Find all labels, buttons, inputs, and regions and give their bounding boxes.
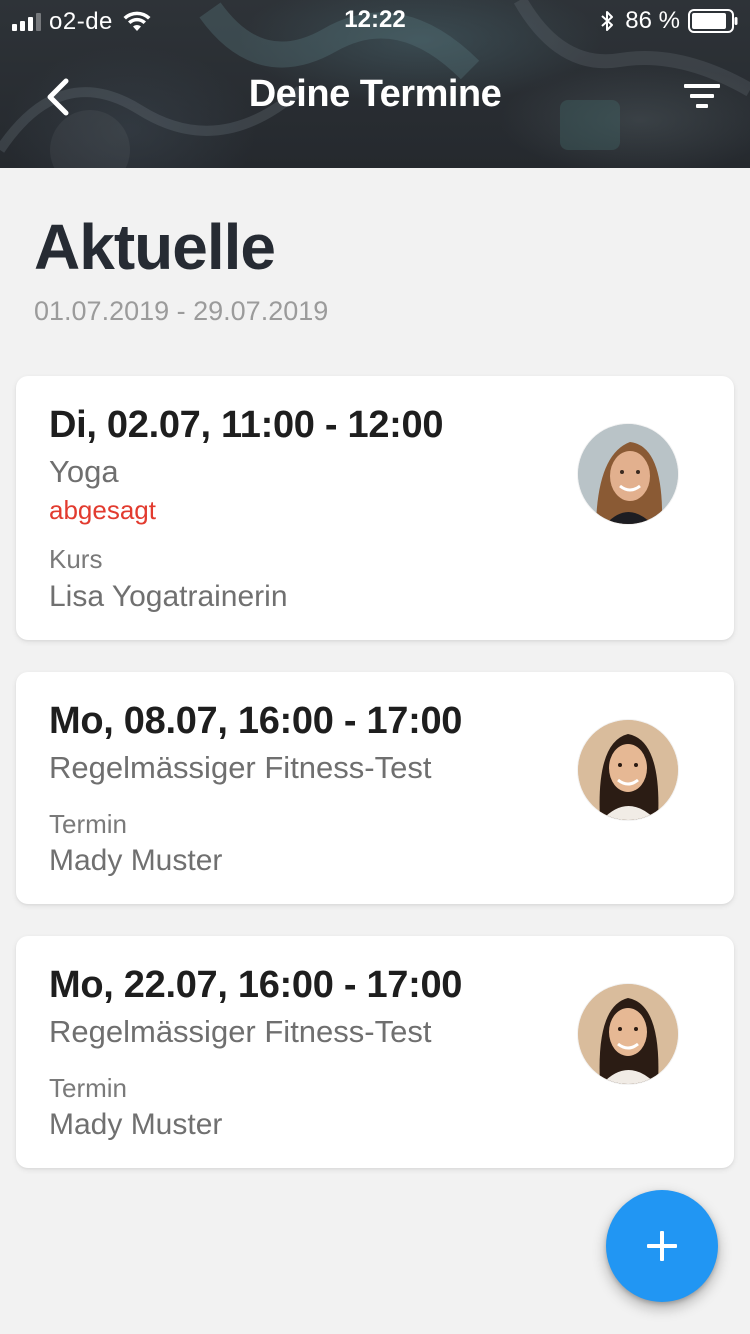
header: o2-de 12:22 86 % Deine Termine bbox=[0, 0, 750, 168]
appointment-type: Termin bbox=[49, 1073, 128, 1103]
status-bar: o2-de 12:22 86 % bbox=[0, 0, 750, 40]
appointments-screen: o2-de 12:22 86 % Deine Termine Aktuelle … bbox=[0, 0, 750, 1334]
trainer-name: Mady Muster bbox=[49, 844, 223, 877]
battery-icon bbox=[688, 9, 738, 33]
filter-button[interactable] bbox=[680, 76, 724, 116]
trainer-avatar bbox=[578, 720, 678, 820]
appointment-type: Kurs bbox=[49, 544, 103, 574]
trainer-avatar bbox=[578, 984, 678, 1084]
filter-icon bbox=[684, 84, 720, 108]
trainer-name: Mady Muster bbox=[49, 1108, 223, 1141]
appointment-datetime: Mo, 08.07, 16:00 - 17:00 bbox=[49, 700, 463, 742]
page-title: Deine Termine bbox=[248, 73, 502, 115]
status-cancelled-label: abgesagt bbox=[49, 495, 156, 525]
add-appointment-button[interactable] bbox=[606, 1190, 718, 1302]
appointment-service: Regelmässiger Fitness-Test bbox=[49, 1014, 432, 1049]
date-range: 01.07.2019 - 29.07.2019 bbox=[34, 296, 329, 326]
battery-percent: 86 % bbox=[625, 7, 680, 34]
trainer-avatar bbox=[578, 424, 678, 524]
plus-icon bbox=[647, 1231, 677, 1261]
trainer-name: Lisa Yogatrainerin bbox=[49, 580, 288, 613]
section-title: Aktuelle bbox=[34, 211, 276, 283]
appointment-datetime: Mo, 22.07, 16:00 - 17:00 bbox=[49, 964, 463, 1006]
bluetooth-icon bbox=[601, 11, 614, 31]
appointment-card[interactable]: Di, 02.07, 11:00 - 12:00 Yoga abgesagt K… bbox=[16, 376, 734, 640]
appointment-type: Termin bbox=[49, 809, 128, 839]
appointment-service: Regelmässiger Fitness-Test bbox=[49, 750, 432, 785]
appointment-card[interactable]: Mo, 22.07, 16:00 - 17:00 Regelmässiger F… bbox=[16, 936, 734, 1168]
appointment-service: Yoga bbox=[49, 454, 119, 489]
appointment-datetime: Di, 02.07, 11:00 - 12:00 bbox=[49, 404, 444, 446]
appointment-card[interactable]: Mo, 08.07, 16:00 - 17:00 Regelmässiger F… bbox=[16, 672, 734, 904]
